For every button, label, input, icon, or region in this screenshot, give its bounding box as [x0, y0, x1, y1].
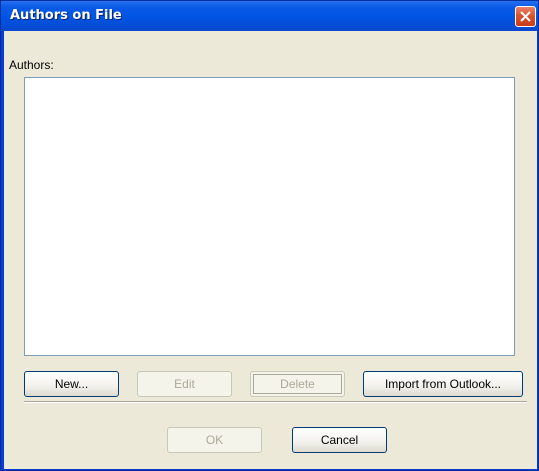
ok-button[interactable]: OK — [167, 427, 262, 453]
title-bar[interactable]: Authors on File — [1, 1, 538, 31]
close-button[interactable] — [515, 6, 536, 27]
new-button[interactable]: New... — [24, 371, 119, 397]
import-from-outlook-button[interactable]: Import from Outlook... — [363, 371, 523, 397]
separator — [24, 401, 527, 403]
window-title: Authors on File — [10, 8, 122, 23]
cancel-button[interactable]: Cancel — [292, 427, 387, 453]
dialog-body: Authors: New... Edit Delete Import from … — [4, 31, 537, 469]
focus-rectangle — [253, 374, 342, 394]
dialog-window: Authors on File Authors: New... Edit Del… — [0, 0, 539, 471]
edit-button[interactable]: Edit — [137, 371, 232, 397]
authors-list[interactable] — [24, 77, 515, 356]
close-icon — [520, 11, 531, 22]
authors-label: Authors: — [9, 58, 54, 72]
delete-button[interactable]: Delete — [250, 371, 345, 397]
